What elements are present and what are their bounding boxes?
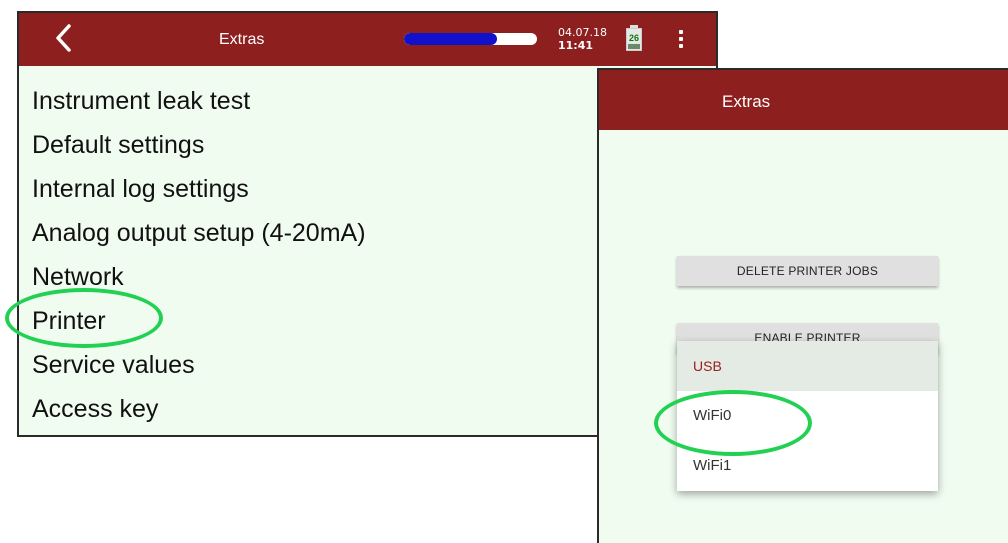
chevron-left-icon[interactable] <box>51 23 77 53</box>
dropdown-option-wifi1[interactable]: WiFi1 <box>677 441 938 491</box>
app-header-printer: Extras <box>599 70 1008 130</box>
dropdown-option-wifi0[interactable]: WiFi0 <box>677 391 938 441</box>
extras-screen-printer: Extras DELETE PRINTER JOBS ENABLE PRINTE… <box>597 68 1008 543</box>
time-label: 11:41 <box>558 39 594 52</box>
delete-printer-jobs-button[interactable]: DELETE PRINTER JOBS <box>677 256 938 286</box>
datetime-display: 04.07.18 11:41 <box>558 26 607 52</box>
page-title-printer: Extras <box>722 92 771 111</box>
app-header: Extras 04.07.18 11:41 26 <box>19 13 716 66</box>
battery-level: 26 <box>628 33 639 43</box>
dropdown-option-usb[interactable]: USB <box>677 341 938 391</box>
battery-icon: 26 <box>626 25 642 51</box>
printer-connection-dropdown: USB WiFi0 WiFi1 <box>677 341 938 491</box>
progress-bar-fill <box>404 33 498 45</box>
page-title: Extras <box>219 31 265 48</box>
more-vertical-icon[interactable] <box>679 30 685 50</box>
progress-bar <box>404 33 537 45</box>
date-label: 04.07.18 <box>558 26 607 39</box>
